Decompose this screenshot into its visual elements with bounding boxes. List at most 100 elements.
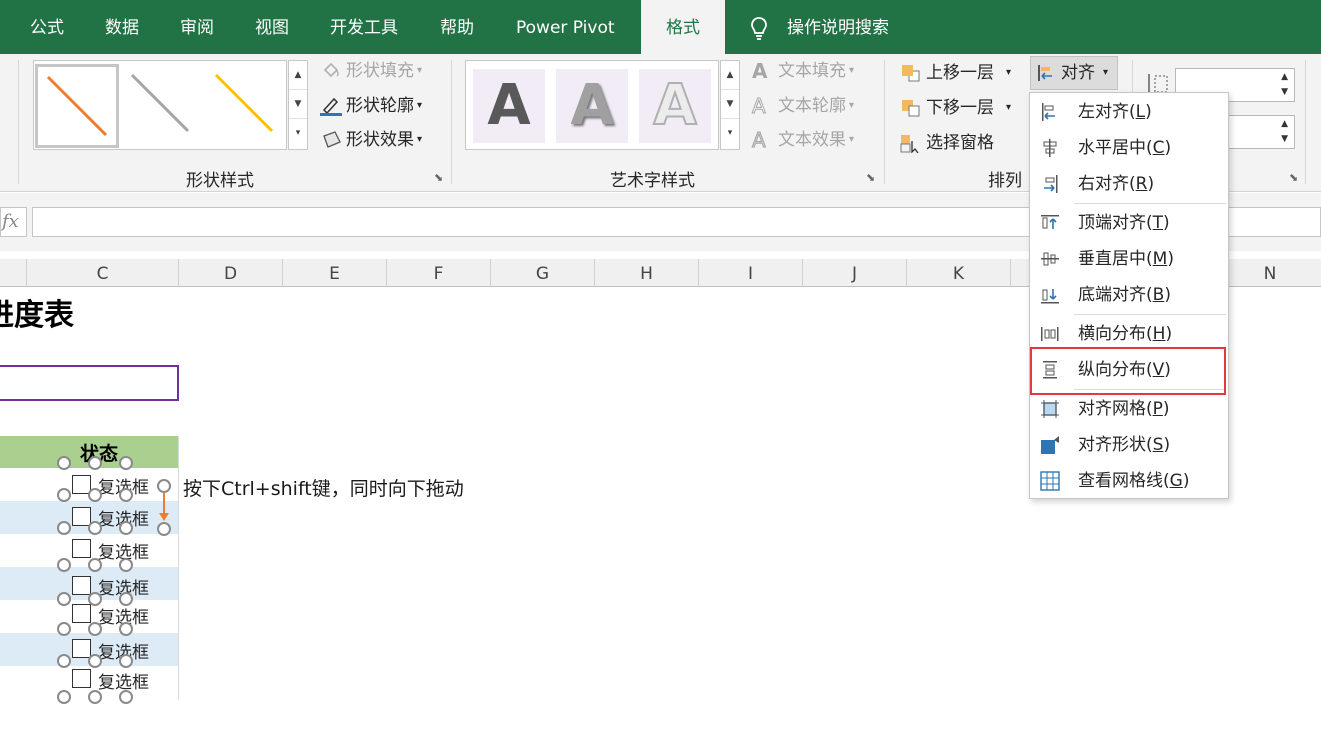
menu-item-align-bottom[interactable]: 底端对齐(B) [1030,277,1228,313]
column-header[interactable] [0,259,27,287]
menu-item-align-middle[interactable]: 垂直居中(M) [1030,241,1228,277]
text-effects-button[interactable]: A 文本效果 ▾ [752,127,855,153]
send-backward-button[interactable]: 下移一层 ▾ [900,95,1011,121]
menu-item-snap-grid[interactable]: 对齐网格(P) [1030,391,1228,427]
menu-item-align-center[interactable]: 水平居中(C) [1030,130,1228,166]
resize-handle[interactable] [88,488,102,502]
resize-handle[interactable] [119,592,133,606]
resize-handle[interactable] [57,654,71,668]
resize-handle[interactable] [88,592,102,606]
column-header[interactable]: I [699,259,803,287]
resize-handle[interactable] [119,521,133,535]
shape-style-gallery[interactable] [33,60,287,150]
tab-formulas[interactable]: 公式 [30,0,64,54]
tab-format[interactable]: 格式 [641,0,725,54]
resize-handle[interactable] [57,456,71,470]
scroll-up-icon[interactable]: ▲ [289,61,307,90]
text-outline-icon: A [752,94,767,118]
bring-forward-button[interactable]: 上移一层 ▾ [900,60,1011,86]
column-header[interactable]: D [179,259,283,287]
shape-style-gray[interactable] [126,67,204,145]
gallery-more-icon[interactable]: ▾ [289,119,307,148]
menu-item-snap-shape[interactable]: 对齐形状(S) [1030,427,1228,463]
snap-shape-icon [1041,436,1059,454]
resize-handle[interactable] [119,622,133,636]
tab-power-pivot[interactable]: Power Pivot [516,0,615,54]
dialog-launcher-icon[interactable]: ⬊ [434,172,446,184]
tab-review[interactable]: 审阅 [180,0,214,54]
checkbox-control[interactable] [72,576,91,595]
gallery-more-icon[interactable]: ▾ [721,119,739,148]
column-header[interactable]: H [595,259,699,287]
dialog-launcher-icon[interactable]: ⬊ [1289,172,1301,184]
selection-pane-button[interactable]: 选择窗格 [900,130,994,156]
checkbox-control[interactable] [72,604,91,623]
column-header[interactable]: J [803,259,907,287]
excel-window: 公式 数据 审阅 视图 开发工具 帮助 Power Pivot 格式 操作说明搜… [0,0,1321,739]
menu-item-align-right[interactable]: 右对齐(R) [1030,166,1228,202]
menu-item-view-gridlines[interactable]: 查看网格线(G) [1030,463,1228,499]
resize-handle[interactable] [57,488,71,502]
menu-item-align-top[interactable]: 顶端对齐(T) [1030,205,1228,241]
resize-handle[interactable] [88,690,102,704]
align-button[interactable]: 对齐 ▾ [1030,56,1118,90]
shape-outline-button[interactable]: 形状轮廓 ▾ [320,93,422,119]
menu-separator [1074,314,1226,315]
column-header[interactable]: E [283,259,387,287]
tab-help[interactable]: 帮助 [440,0,474,54]
scroll-up-icon[interactable]: ▲ [721,61,739,90]
fx-icon[interactable]: fx [0,207,27,237]
checkbox-control[interactable] [72,507,91,526]
resize-handle[interactable] [57,690,71,704]
shape-effects-button[interactable]: 形状效果 ▾ [320,127,422,153]
resize-handle[interactable] [119,558,133,572]
dialog-launcher-icon[interactable]: ⬊ [866,172,878,184]
resize-handle[interactable] [119,690,133,704]
tab-data[interactable]: 数据 [105,0,139,54]
tab-developer[interactable]: 开发工具 [330,0,398,54]
resize-handle[interactable] [88,521,102,535]
shape-style-yellow[interactable] [210,67,288,145]
column-header[interactable]: G [491,259,595,287]
tell-me-search[interactable]: 操作说明搜索 [787,0,889,54]
resize-handle[interactable] [119,654,133,668]
align-bottom-icon [1041,289,1059,304]
text-outline-button[interactable]: A 文本轮廓 ▾ [752,93,855,119]
tab-view[interactable]: 视图 [255,0,289,54]
checkbox-control[interactable] [72,639,91,658]
column-header[interactable]: K [907,259,1011,287]
resize-handle[interactable] [57,622,71,636]
snap-grid-icon [1041,400,1059,418]
resize-handle[interactable] [88,558,102,572]
drag-end-handle[interactable] [157,522,171,536]
wordart-style-solid[interactable]: A [473,69,545,143]
resize-handle[interactable] [119,456,133,470]
wordart-style-outline[interactable]: A [639,69,711,143]
resize-handle[interactable] [88,456,102,470]
wordart-gallery-scroll[interactable]: ▲ ▼ ▾ [720,60,740,150]
resize-handle[interactable] [57,592,71,606]
shape-gallery-scroll[interactable]: ▲ ▼ ▾ [288,60,308,150]
column-header[interactable]: N [1219,259,1321,287]
menu-item-align-left[interactable]: 左对齐(L) [1030,94,1228,130]
checkbox-control[interactable] [72,669,91,688]
resize-handle[interactable] [57,558,71,572]
column-header[interactable]: F [387,259,491,287]
menu-separator [1074,203,1226,204]
scroll-down-icon[interactable]: ▼ [289,90,307,119]
shape-fill-button[interactable]: 形状填充 ▾ [320,58,422,84]
resize-handle[interactable] [88,622,102,636]
resize-handle[interactable] [119,488,133,502]
column-header[interactable]: C [27,259,179,287]
wordart-style-shadow[interactable]: A [556,69,628,143]
text-fill-button[interactable]: A 文本填充 ▾ [752,58,854,84]
drag-start-handle[interactable] [157,479,171,493]
checkbox-control[interactable] [72,539,91,558]
group-separator [18,60,19,184]
resize-handle[interactable] [57,521,71,535]
resize-handle[interactable] [88,654,102,668]
shape-style-orange[interactable] [35,64,119,148]
purple-outlined-cell[interactable] [0,365,179,401]
scroll-down-icon[interactable]: ▼ [721,90,739,119]
wordart-gallery[interactable]: A A A [465,60,719,150]
